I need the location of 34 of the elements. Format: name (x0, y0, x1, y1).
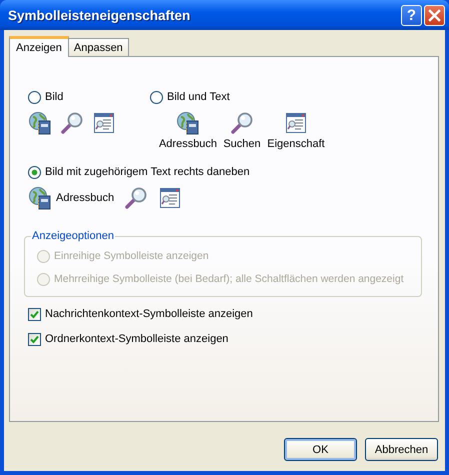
properties-window-icon (158, 186, 182, 210)
properties-window-icon (284, 111, 308, 135)
checkbox[interactable] (28, 332, 41, 346)
address-book-icon (28, 186, 52, 210)
close-button[interactable] (424, 4, 445, 26)
radio-label: Bild mit zugehörigem Text rechts daneben (45, 166, 250, 178)
address-book-icon (176, 111, 200, 135)
dialog-button[interactable]: OK (284, 438, 357, 461)
properties-window-icon (92, 111, 116, 135)
toolbar-button-label: Adressbuch (158, 138, 218, 150)
radio-button[interactable] (150, 90, 163, 104)
dialog-button[interactable]: Abbrechen (365, 438, 438, 461)
radio-label: Bild (45, 91, 64, 103)
search-icon (124, 186, 148, 210)
radio-button[interactable] (28, 90, 41, 104)
checkbox-label: Nachrichtenkontext-Symbolleiste anzeigen (45, 308, 253, 320)
tab[interactable]: Anpassen (68, 38, 129, 56)
search-icon (230, 111, 254, 135)
window-title: Symbolleisteneigenschaften (8, 8, 192, 22)
toolbar-button-label: Suchen (223, 138, 261, 150)
radio-button[interactable] (28, 166, 41, 178)
radio-label: Einreihige Symbolleiste anzeigen (54, 250, 209, 262)
close-icon (428, 8, 441, 22)
toolbar-button-label: Eigenschaft (267, 138, 325, 150)
help-button[interactable]: ? (401, 4, 422, 26)
radio-label: Mehrreihige Symbolleiste (bei Bedarf); alle Schaltflächen werden angezeigt (54, 273, 404, 285)
group-title: Anzeigeoptionen (31, 230, 115, 242)
address-book-icon (28, 111, 52, 135)
radio-label: Bild und Text (167, 91, 230, 103)
checkbox[interactable] (28, 308, 41, 320)
checkbox-label: Ordnerkontext-Symbolleiste anzeigen (45, 333, 228, 345)
tab[interactable]: Anzeigen (9, 36, 69, 57)
toolbar-button-label: Adressbuch (56, 192, 114, 204)
search-icon (60, 111, 84, 135)
